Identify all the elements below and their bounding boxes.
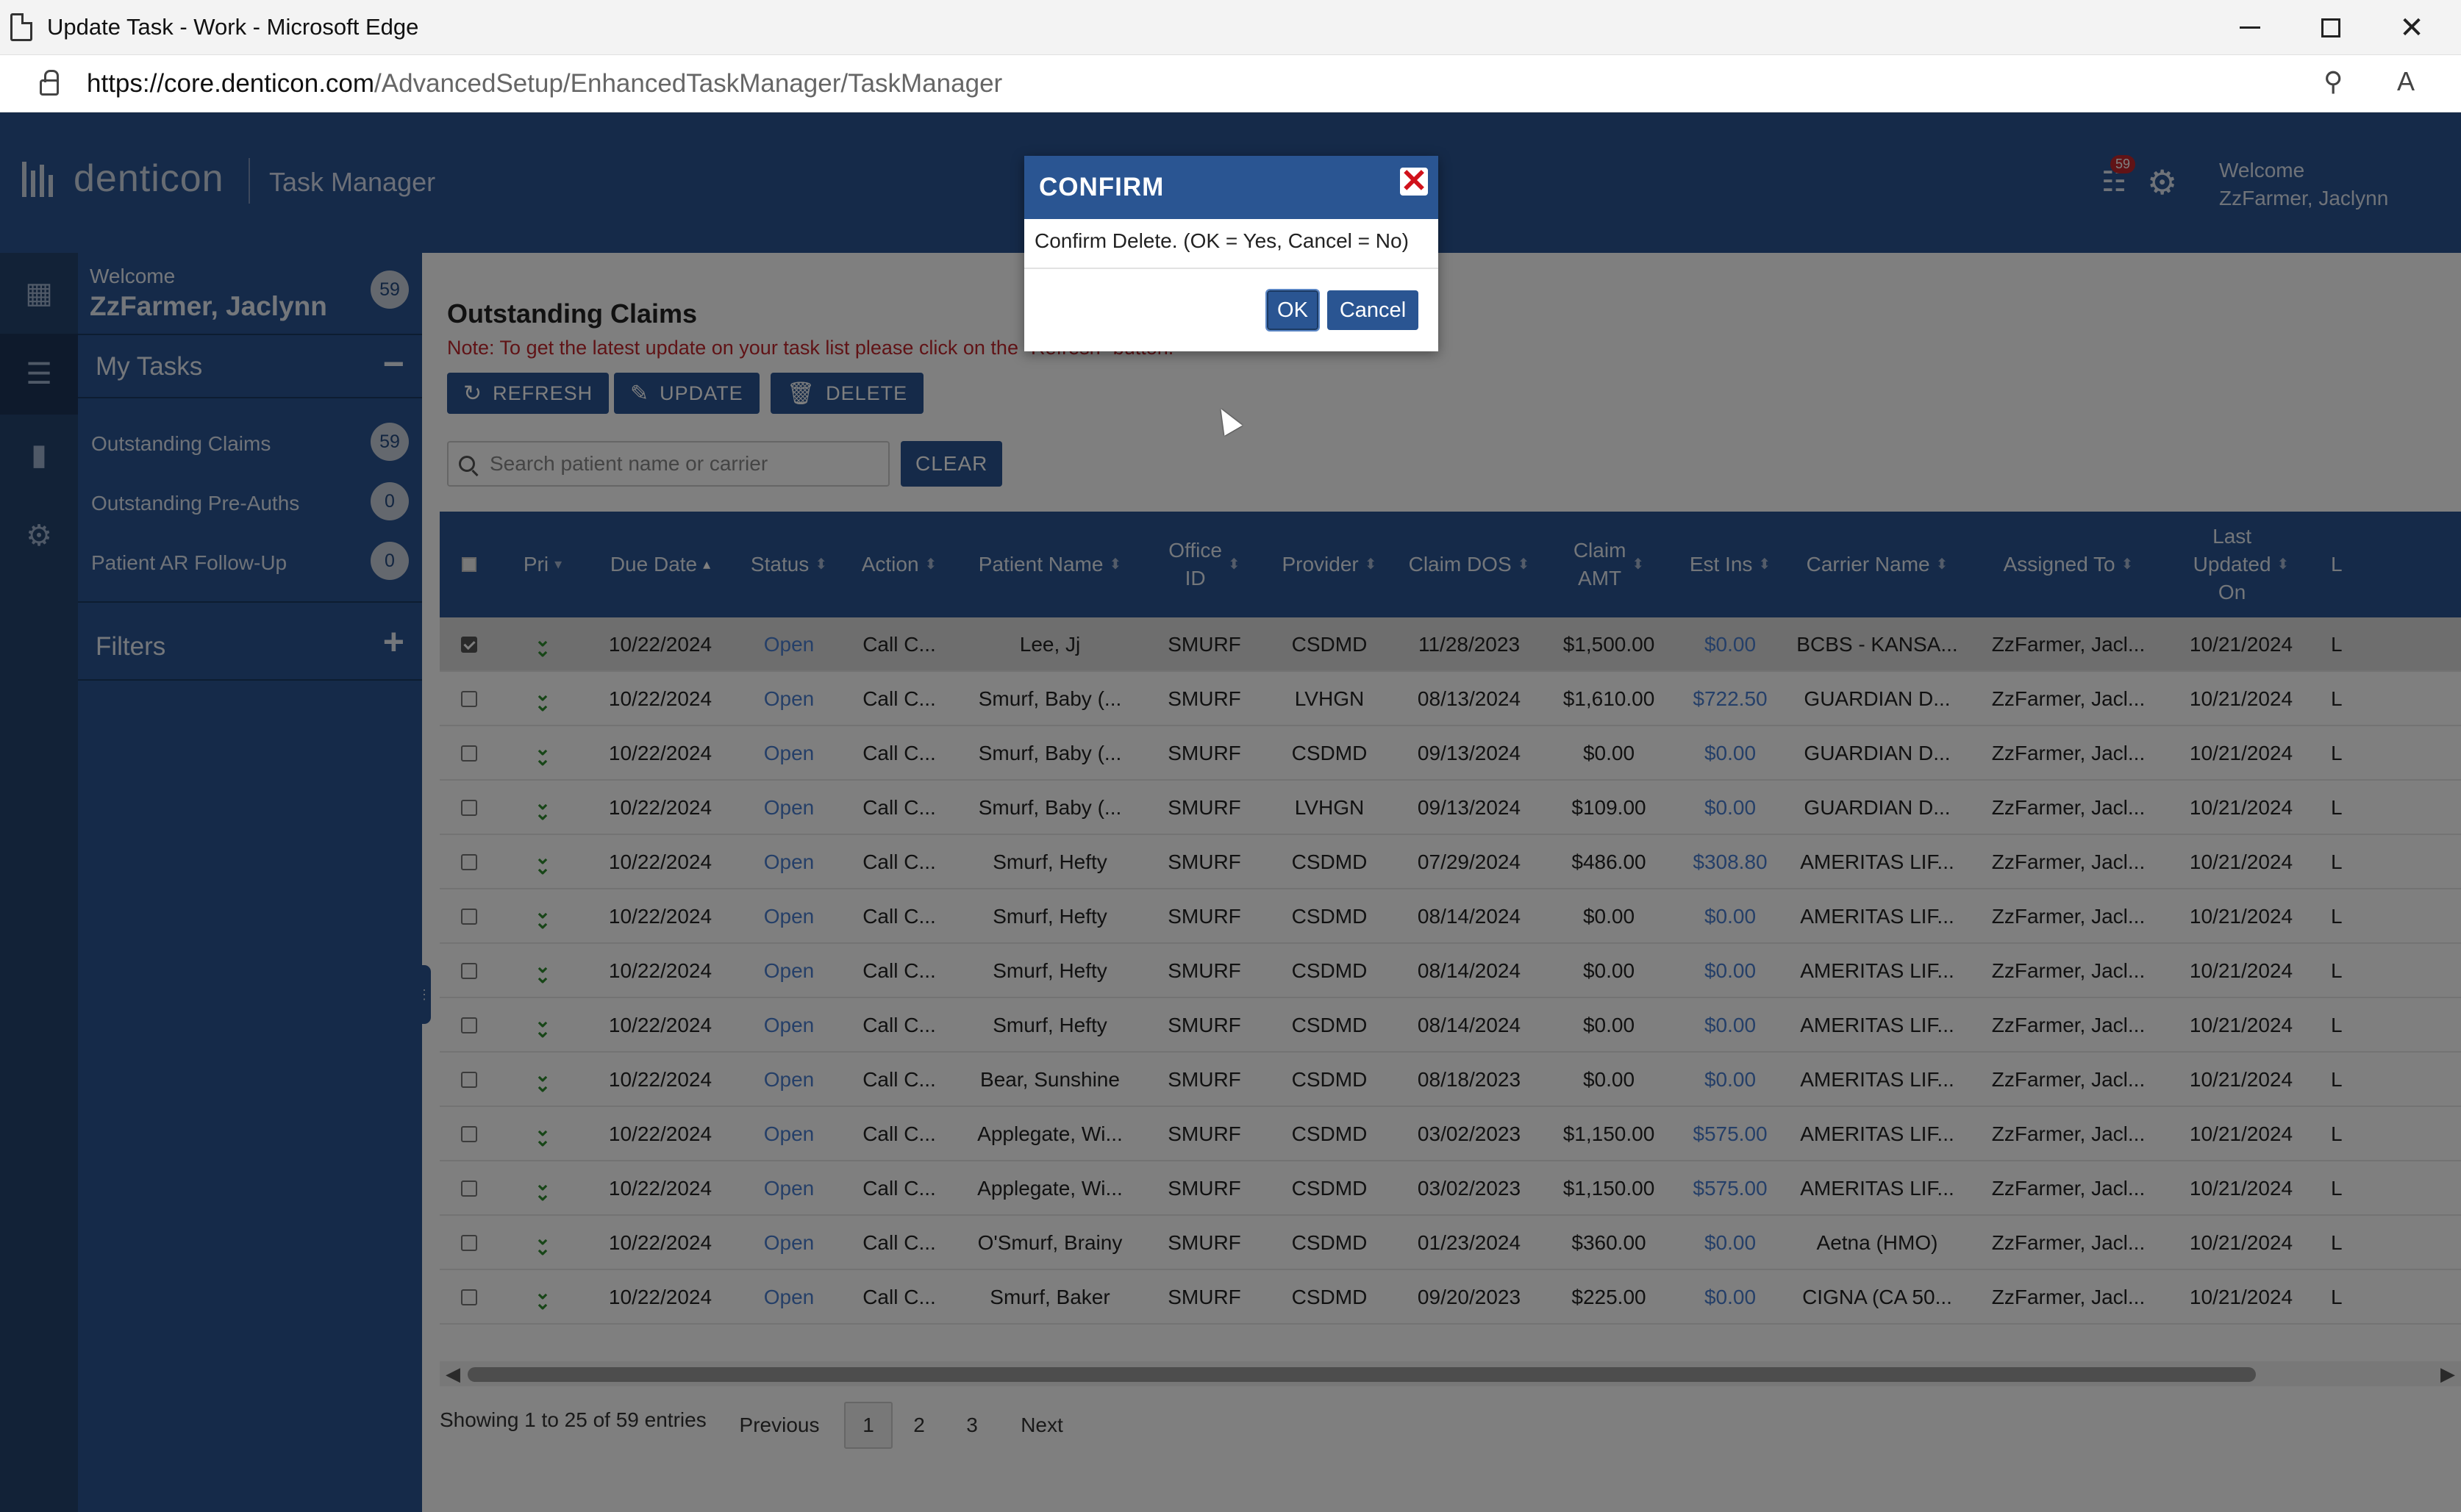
dialog-title: CONFIRM xyxy=(1039,173,1165,201)
lock-icon[interactable] xyxy=(40,69,59,96)
dialog-header: CONFIRM xyxy=(1024,156,1438,219)
browser-titlebar: Update Task - Work - Microsoft Edge ✕ xyxy=(0,0,2461,55)
page-icon xyxy=(10,13,32,41)
zoom-icon[interactable]: ⚲ xyxy=(2324,66,2343,97)
confirm-dialog: CONFIRM ✕ Confirm Delete. (OK = Yes, Can… xyxy=(1024,156,1438,351)
close-window-button[interactable]: ✕ xyxy=(2371,0,2452,55)
maximize-icon xyxy=(2321,18,2340,37)
read-aloud-icon[interactable]: A xyxy=(2397,66,2415,97)
close-icon: ✕ xyxy=(2399,11,2424,44)
maximize-button[interactable] xyxy=(2290,0,2371,55)
ok-button[interactable]: OK xyxy=(1265,289,1320,332)
url-text[interactable]: https://core.denticon.com/AdvancedSetup/… xyxy=(87,69,1002,98)
cancel-button[interactable]: Cancel xyxy=(1327,290,1418,330)
dialog-message: Confirm Delete. (OK = Yes, Cancel = No) xyxy=(1035,229,1409,252)
address-bar[interactable]: https://core.denticon.com/AdvancedSetup/… xyxy=(0,55,2461,112)
dialog-close-icon[interactable]: ✕ xyxy=(1400,165,1428,198)
minimize-button[interactable] xyxy=(2210,0,2290,55)
dialog-divider xyxy=(1024,268,1438,269)
minimize-icon xyxy=(2240,26,2260,29)
window-title: Update Task - Work - Microsoft Edge xyxy=(47,14,419,40)
